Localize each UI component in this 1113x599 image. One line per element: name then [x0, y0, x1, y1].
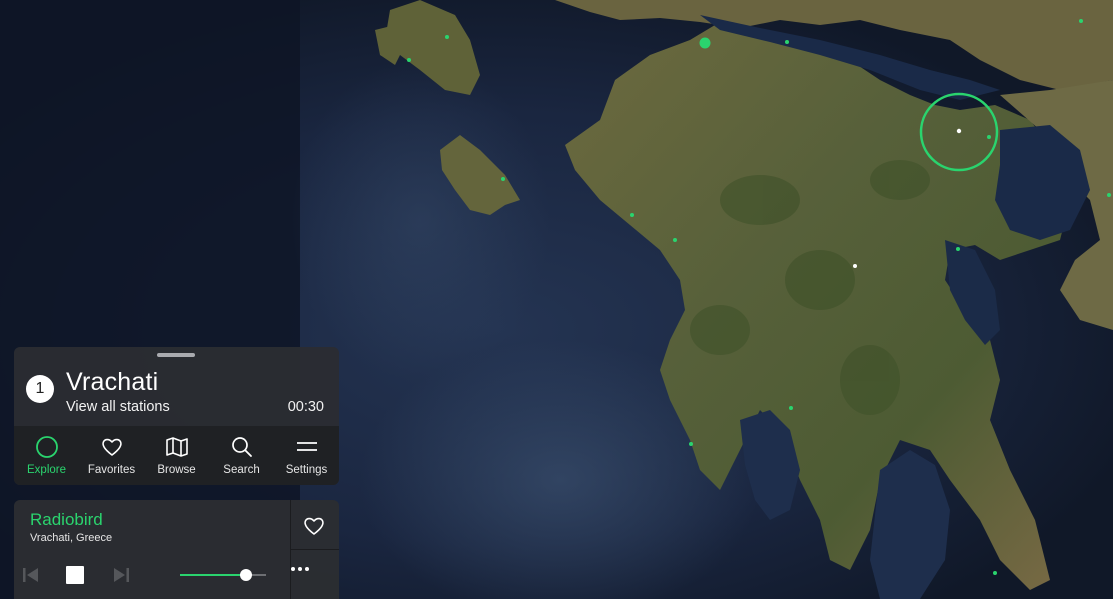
search-icon — [231, 437, 252, 457]
station-marker — [699, 37, 711, 49]
nav-explore[interactable]: Explore — [14, 426, 79, 485]
previous-button[interactable] — [22, 567, 40, 583]
volume-slider[interactable] — [180, 569, 266, 581]
heart-icon — [101, 438, 122, 456]
cloud-haze-2 — [290, 60, 550, 380]
station-marker — [1079, 19, 1083, 23]
nav-label: Favorites — [87, 464, 136, 476]
explore-circle-icon — [35, 436, 58, 458]
menu-icon — [296, 442, 317, 451]
more-options-icon[interactable] — [290, 566, 310, 572]
view-all-stations-link[interactable]: View all stations — [66, 399, 170, 415]
station-marker — [407, 58, 411, 62]
station-marker — [993, 571, 997, 575]
station-marker — [689, 442, 693, 446]
station-marker — [789, 406, 793, 410]
station-title: Vrachati — [66, 368, 159, 396]
map-icon — [165, 437, 188, 457]
nav-label: Browse — [157, 464, 196, 476]
player-station-name[interactable]: Radiobird — [30, 510, 103, 530]
nav-browse[interactable]: Browse — [144, 426, 209, 485]
volume-knob[interactable] — [240, 569, 253, 581]
nav-label: Search — [223, 464, 260, 476]
station-marker — [445, 35, 449, 39]
timer: 00:30 — [287, 399, 324, 415]
station-marker — [785, 40, 789, 44]
nav-label: Settings — [285, 464, 328, 476]
player-panel: Radiobird Vrachati, Greece — [14, 500, 339, 599]
station-marker — [501, 177, 505, 181]
stop-button[interactable] — [66, 566, 84, 584]
drag-handle[interactable] — [157, 353, 195, 357]
player-location: Vrachati, Greece — [30, 532, 113, 544]
selected-station-dot[interactable] — [956, 128, 962, 134]
station-marker — [1107, 193, 1111, 197]
nav-favorites[interactable]: Favorites — [79, 426, 144, 485]
next-button[interactable] — [112, 567, 130, 583]
station-marker — [673, 238, 677, 242]
nav-settings[interactable]: Settings — [274, 426, 339, 485]
station-marker — [956, 247, 960, 251]
station-marker-white — [853, 264, 857, 268]
station-panel[interactable]: 1 Vrachati View all stations 00:30 Explo… — [14, 347, 339, 485]
station-count-badge: 1 — [26, 375, 54, 403]
station-marker — [987, 135, 991, 139]
nav-search[interactable]: Search — [209, 426, 274, 485]
volume-fill — [180, 574, 247, 576]
nav-label: Explore — [27, 464, 66, 476]
station-marker — [630, 213, 634, 217]
player-side-divider — [290, 549, 339, 550]
bottom-nav: Explore Favorites Browse Search Settings — [14, 426, 339, 485]
favorite-button[interactable] — [302, 514, 326, 538]
